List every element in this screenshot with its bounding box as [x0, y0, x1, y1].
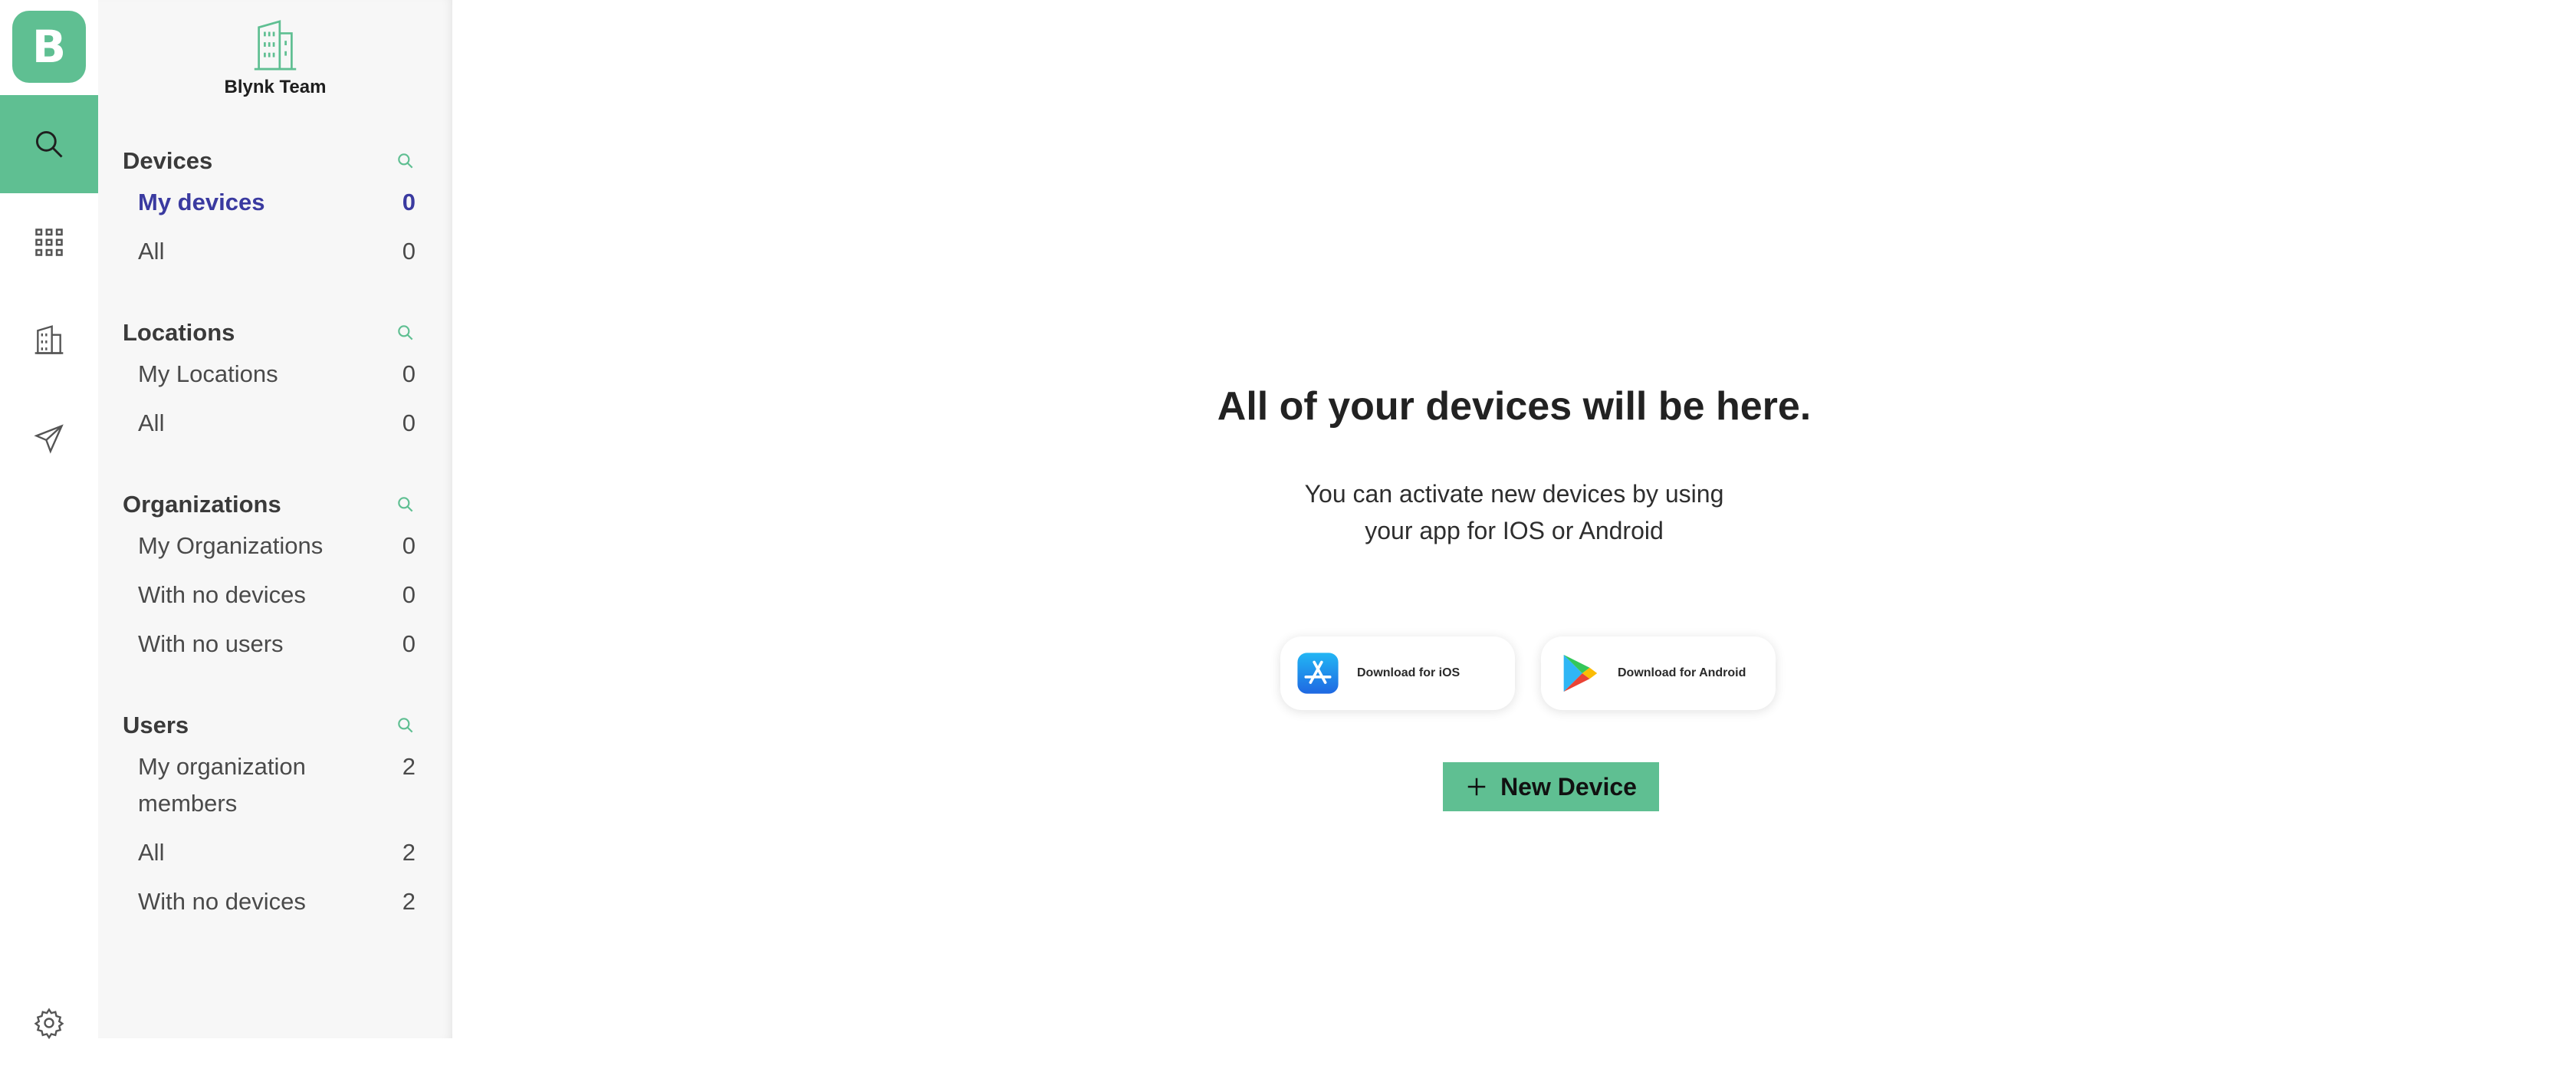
sidebar-item-label: All: [138, 839, 165, 866]
users-search-button[interactable]: [396, 715, 416, 735]
sidebar-item-label: My organization members: [138, 753, 306, 817]
empty-state-description: You can activate new devices by using yo…: [418, 475, 2576, 549]
building-icon: [254, 20, 297, 71]
search-icon: [398, 153, 413, 169]
sidebar-item-label: All: [138, 409, 165, 436]
organization-header[interactable]: Blynk Team: [98, 18, 452, 98]
download-ios-button[interactable]: Download for iOS: [1280, 636, 1515, 710]
sidebar-item-all-users[interactable]: All 2: [123, 828, 443, 877]
organization-name: Blynk Team: [224, 77, 327, 97]
search-icon: [398, 325, 413, 340]
sidebar-item-orgs-no-users[interactable]: With no users 0: [123, 620, 443, 669]
rail-search-button[interactable]: [0, 95, 98, 193]
sidebar-item-count: 0: [402, 630, 416, 657]
description-line-1: You can activate new devices by using: [1304, 480, 1724, 508]
sidebar-item-count: 2: [402, 888, 416, 915]
sidebar-item-my-locations[interactable]: My Locations 0: [123, 350, 443, 399]
sidebar-item-count: 0: [402, 581, 416, 608]
rail-send-button[interactable]: [0, 390, 98, 488]
sidebar-item-label: All: [138, 238, 165, 265]
sidebar-item-all-devices[interactable]: All 0: [123, 227, 443, 276]
new-device-label: New Device: [1500, 772, 1637, 801]
google-play-icon: [1563, 654, 1598, 692]
icon-rail: B: [0, 0, 98, 1040]
apps-grid-icon: [35, 229, 63, 256]
gear-icon: [34, 1008, 64, 1040]
sidebar-item-my-devices[interactable]: My devices 0: [123, 178, 443, 227]
sidebar-item-count: 0: [402, 189, 416, 215]
sidebar-item-my-organizations[interactable]: My Organizations 0: [123, 521, 443, 571]
empty-state-title: All of your devices will be here.: [1217, 384, 1812, 429]
new-device-button[interactable]: New Device: [1443, 762, 1659, 811]
sidebar-item-label: With no devices: [138, 581, 306, 608]
logo-letter: B: [31, 21, 67, 73]
blynk-logo[interactable]: B: [12, 11, 86, 83]
section-title: Devices: [123, 147, 213, 174]
sidebar-item-orgs-no-devices[interactable]: With no devices 0: [123, 571, 443, 620]
sidebar-item-label: With no users: [138, 630, 284, 657]
devices-section: Devices My devices 0 All 0: [123, 144, 443, 276]
sidebar-item-label: My devices: [138, 189, 265, 215]
organizations-section: Organizations My Organizations 0 With no…: [123, 488, 443, 669]
rail-organizations-button[interactable]: [0, 291, 98, 390]
locations-section: Locations My Locations 0 All 0: [123, 316, 443, 448]
sidebar-item-count: 0: [402, 360, 416, 387]
download-android-button[interactable]: Download for Android: [1541, 636, 1776, 710]
section-title: Organizations: [123, 491, 281, 518]
sidebar-item-count: 2: [402, 753, 416, 780]
plus-icon: [1467, 778, 1486, 796]
sidebar-item-count: 0: [402, 238, 416, 265]
rail-settings-button[interactable]: [0, 974, 98, 1072]
sidebar-item-count: 2: [402, 839, 416, 866]
building-icon: [34, 325, 64, 354]
sidebar-item-label: My Locations: [138, 360, 278, 387]
locations-search-button[interactable]: [396, 323, 416, 343]
download-android-label: Download for Android: [1618, 666, 1746, 679]
app-store-buttons: Download for iOS Download for Android: [1280, 636, 1776, 710]
main-content: All of your devices will be here. You ca…: [452, 0, 2576, 1038]
users-section: Users My organization members 2 All 2 Wi…: [123, 709, 443, 926]
search-icon: [398, 497, 413, 512]
devices-search-button[interactable]: [396, 151, 416, 171]
sidebar-item-users-no-devices[interactable]: With no devices 2: [123, 877, 443, 926]
sidebar-item-count: 0: [402, 409, 416, 436]
sidebar-item-count: 0: [402, 532, 416, 559]
sidebar-item-label: My Organizations: [138, 532, 324, 559]
sidebar: Blynk Team Devices My devices 0 All 0 Lo…: [98, 0, 452, 1038]
section-title: Users: [123, 712, 189, 738]
section-title: Locations: [123, 319, 235, 346]
send-icon: [34, 424, 64, 454]
app-store-icon: [1297, 653, 1339, 694]
search-icon: [35, 130, 63, 158]
sidebar-item-org-members[interactable]: My organization members 2: [123, 742, 443, 828]
description-line-2: your app for IOS or Android: [1365, 517, 1664, 544]
sidebar-item-all-locations[interactable]: All 0: [123, 399, 443, 448]
search-icon: [398, 718, 413, 733]
download-ios-label: Download for iOS: [1357, 666, 1460, 679]
organizations-search-button[interactable]: [396, 495, 416, 515]
sidebar-item-label: With no devices: [138, 888, 306, 915]
rail-apps-button[interactable]: [0, 193, 98, 291]
